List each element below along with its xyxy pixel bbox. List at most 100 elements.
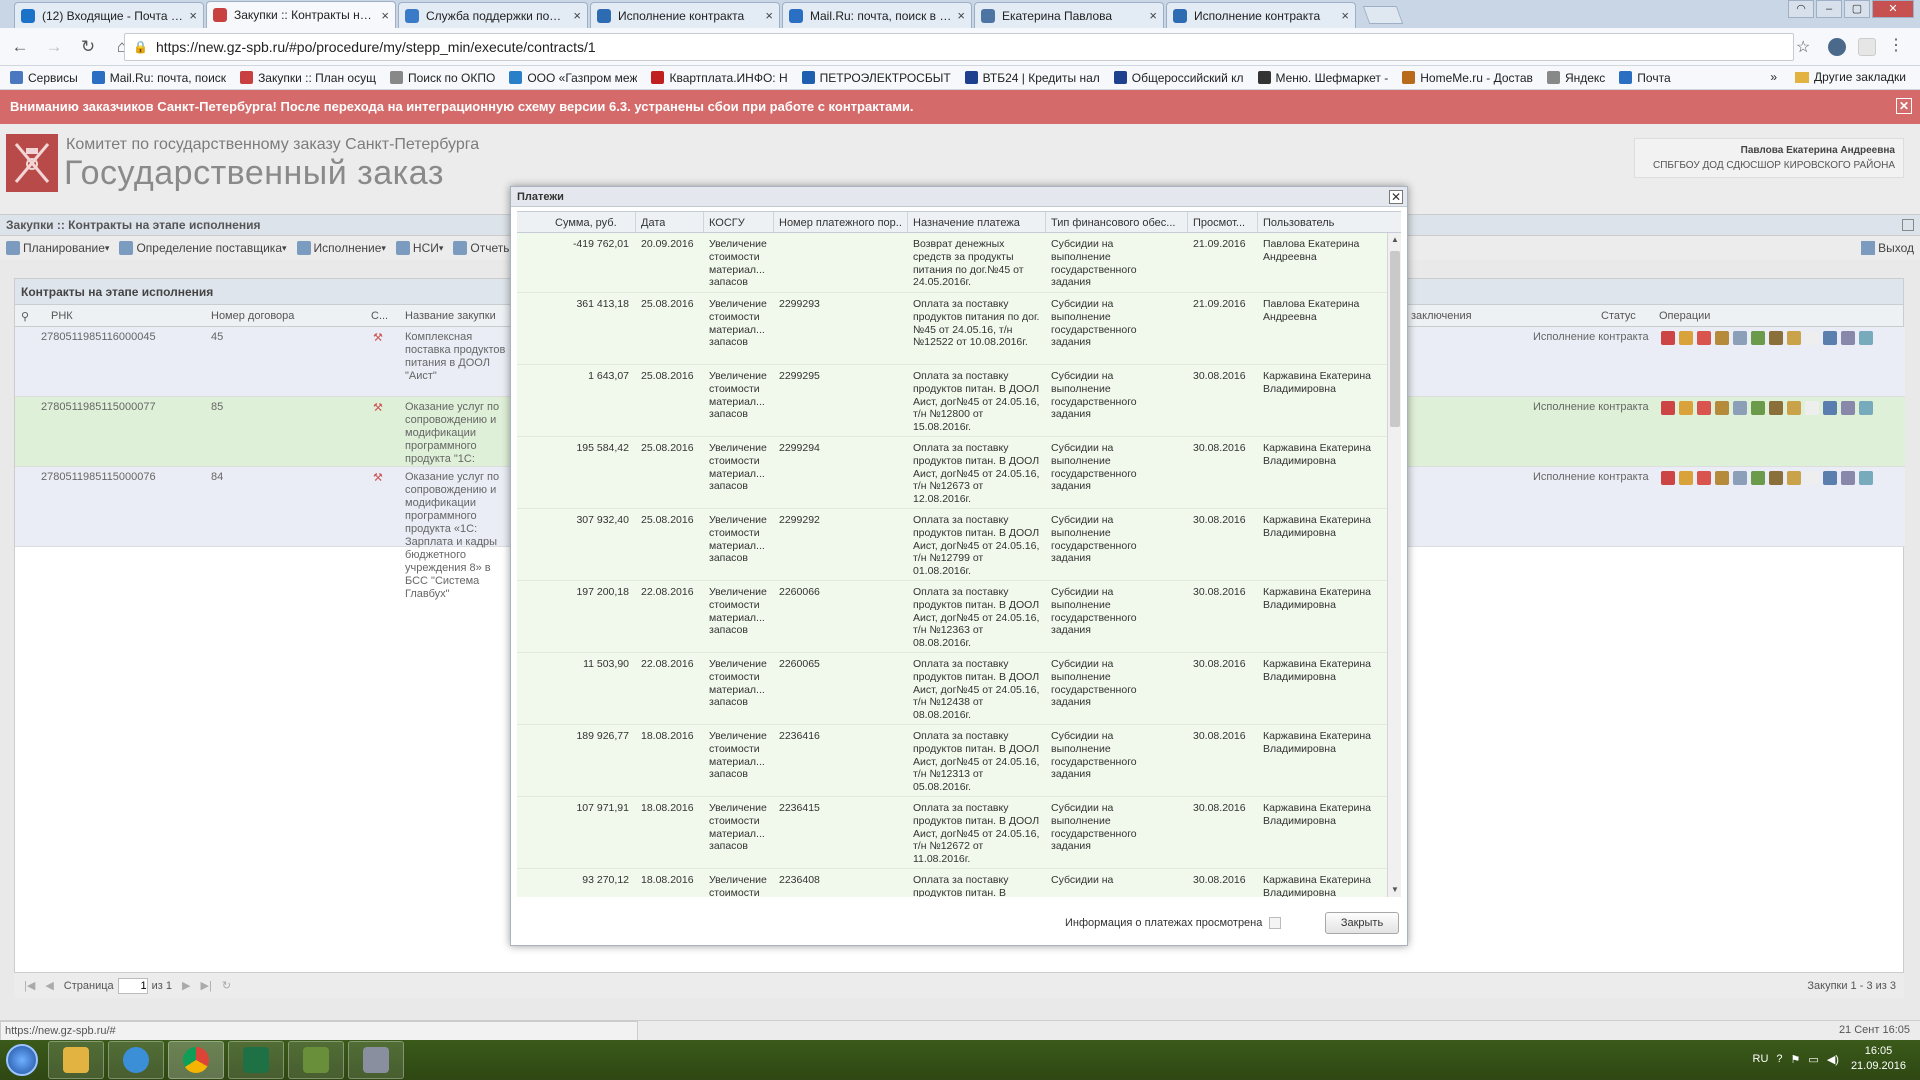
extension-icon[interactable] [1828,38,1846,56]
close-tab-icon[interactable]: × [1341,8,1349,23]
bookmark-item[interactable]: Mail.Ru: почта, поиск [91,71,226,85]
help-icon[interactable]: ? [1776,1053,1782,1065]
payment-row[interactable]: -419 762,01 20.09.2016 Увеличение стоимост… [517,233,1387,293]
operation-action-icon[interactable] [1841,401,1855,415]
browser-tab[interactable]: Екатерина Павлова × [974,2,1164,28]
close-dialog-icon[interactable]: ✕ [1389,190,1403,204]
toolbar-menu-1[interactable]: Определение поставщика ▾ [119,241,287,255]
operation-action-icon[interactable] [1733,471,1747,485]
operation-action-icon[interactable] [1859,471,1873,485]
close-tab-icon[interactable]: × [573,8,581,23]
operation-action-icon[interactable] [1805,471,1819,485]
operation-action-icon[interactable] [1751,331,1765,345]
last-page-icon[interactable]: ▶| [201,979,212,992]
operation-action-icon[interactable] [1697,331,1711,345]
bookmark-item[interactable]: Поиск по ОКПО [389,71,495,85]
operation-action-icon[interactable] [1769,401,1783,415]
operation-action-icon[interactable] [1805,401,1819,415]
operation-action-icon[interactable] [1715,331,1729,345]
bookmark-item[interactable]: ООО «Газпром меж [509,71,637,85]
volume-icon[interactable]: ◀) [1827,1053,1839,1066]
browser-tab[interactable]: Исполнение контракта × [1166,2,1356,28]
col-purpose[interactable]: Назначение платежа [913,217,1020,229]
operation-action-icon[interactable] [1823,401,1837,415]
operation-action-icon[interactable] [1841,471,1855,485]
payment-row[interactable]: 11 503,90 22.08.2016 Увеличение стоимости … [517,653,1387,725]
toolbar-menu-0[interactable]: Планирование ▾ [6,241,109,255]
browser-tab[interactable]: Исполнение контракта × [590,2,780,28]
bookmark-item[interactable]: ПЕТРОЭЛЕКТРОСБЫТ [801,71,951,85]
url-field[interactable]: 🔒 https://new.gz-spb.ru/#po/procedure/my… [124,33,1794,61]
col-conclusion[interactable]: заключения [1411,310,1472,322]
payment-row[interactable]: 307 932,40 25.08.2016 Увеличение стоимости… [517,509,1387,581]
menu-icon[interactable]: ⋮ [1888,38,1904,56]
close-tab-icon[interactable]: × [957,8,965,23]
language-indicator[interactable]: RU [1753,1053,1769,1065]
payment-row[interactable]: 189 926,77 18.08.2016 Увеличение стоимости… [517,725,1387,797]
minimize-button[interactable]: – [1816,0,1842,18]
maximize-button[interactable]: ▢ [1844,0,1870,18]
col-status[interactable]: Статус [1601,310,1636,322]
operation-action-icon[interactable] [1661,331,1675,345]
browser-tab[interactable]: Закупки :: Контракты на этапе исполнения… [206,1,396,28]
col-viewed[interactable]: Просмот... [1193,217,1253,229]
close-tab-icon[interactable]: × [1149,8,1157,23]
new-tab-button[interactable] [1362,6,1404,24]
operation-action-icon[interactable] [1661,401,1675,415]
col-name[interactable]: Название закупки [405,310,496,322]
operation-action-icon[interactable] [1805,331,1819,345]
bookmark-item[interactable]: Почта [1619,71,1671,85]
start-button[interactable] [0,1040,44,1080]
payment-row[interactable]: 107 971,91 18.08.2016 Увеличение стоимости… [517,797,1387,869]
col-contract-num[interactable]: Номер договора [211,310,294,322]
reload-icon[interactable]: ↻ [74,33,102,61]
payment-row[interactable]: 197 200,18 22.08.2016 Увеличение стоимости… [517,581,1387,653]
operation-action-icon[interactable] [1697,471,1711,485]
operation-action-icon[interactable] [1787,401,1801,415]
bookmark-item[interactable]: Общероссийский кл [1113,71,1244,85]
user-profile-button[interactable]: ◠ [1788,0,1814,18]
operation-action-icon[interactable] [1823,471,1837,485]
col-fin-type[interactable]: Тип финансового обес... [1051,217,1183,229]
col-kosgu[interactable]: КОСГУ [709,217,745,229]
col-user[interactable]: Пользователь [1263,217,1334,229]
operation-action-icon[interactable] [1697,401,1711,415]
scrollbar-thumb[interactable] [1390,251,1400,427]
operation-action-icon[interactable] [1787,331,1801,345]
col-order-num[interactable]: Номер платежного пор... [779,217,901,229]
operation-action-icon[interactable] [1715,471,1729,485]
first-page-icon[interactable]: |◀ [24,979,35,992]
back-icon[interactable]: ← [6,33,34,61]
operation-action-icon[interactable] [1679,471,1693,485]
close-tab-icon[interactable]: × [189,8,197,23]
refresh-icon[interactable]: ↻ [222,979,231,992]
scroll-up-icon[interactable]: ▲ [1391,235,1399,244]
ie-taskbar-icon[interactable] [108,1041,164,1079]
bookmark-star-icon[interactable]: ☆ [1796,37,1810,57]
bookmarks-more-icon[interactable]: » [1770,70,1777,84]
operation-action-icon[interactable] [1859,331,1873,345]
col-sum[interactable]: Сумма, руб. [555,217,617,229]
operation-action-icon[interactable] [1769,471,1783,485]
operation-action-icon[interactable] [1841,331,1855,345]
prev-page-icon[interactable]: ◀ [45,979,53,992]
bookmark-item[interactable]: Сервисы [10,71,78,85]
col-ops[interactable]: Операции [1659,310,1710,322]
payments-viewed-checkbox[interactable] [1269,917,1281,929]
close-alert-icon[interactable]: ✕ [1896,98,1912,114]
close-tab-icon[interactable]: × [381,8,389,23]
close-tab-icon[interactable]: × [765,8,773,23]
chrome-taskbar-icon[interactable] [168,1041,224,1079]
browser-tab[interactable]: Mail.Ru: почта, поиск в интернете × [782,2,972,28]
col-rnk[interactable]: РНК [51,310,73,322]
explorer-taskbar-icon[interactable] [48,1041,104,1079]
operation-action-icon[interactable] [1769,331,1783,345]
collapse-icon[interactable] [1902,219,1914,231]
operation-action-icon[interactable] [1661,471,1675,485]
payment-row[interactable]: 195 584,42 25.08.2016 Увеличение стоимости… [517,437,1387,509]
cast-icon[interactable] [1858,38,1876,56]
forward-icon[interactable]: → [40,33,68,61]
payment-row[interactable]: 1 643,07 25.08.2016 Увеличение стоимости м… [517,365,1387,437]
toolbar-menu-3[interactable]: НСИ ▾ [395,241,443,255]
exit-button[interactable]: Выход [1861,241,1914,255]
